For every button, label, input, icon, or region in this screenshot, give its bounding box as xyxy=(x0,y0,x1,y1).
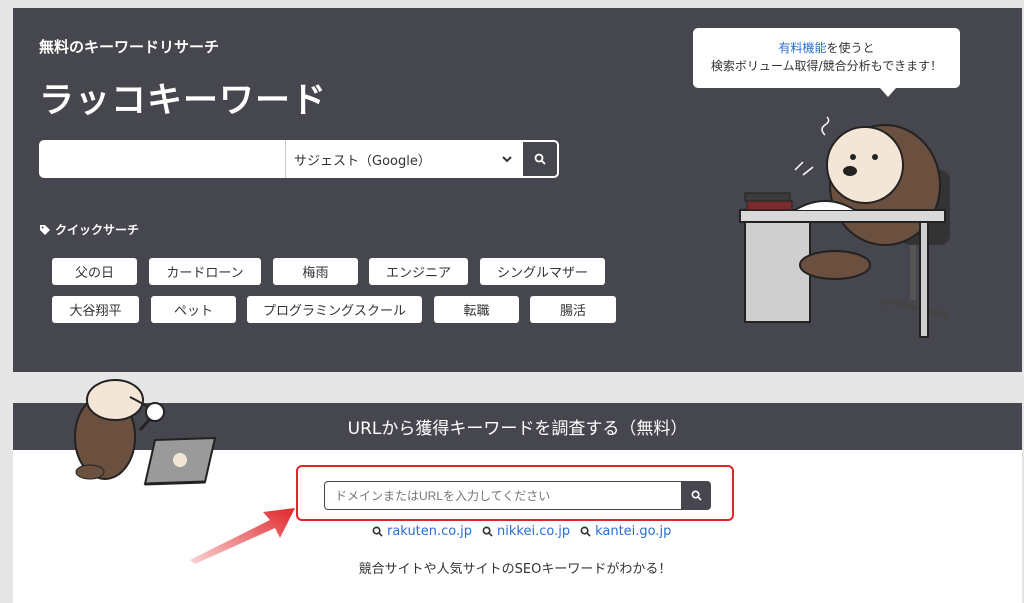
quick-search-item[interactable]: 梅雨 xyxy=(273,258,358,285)
chevron-down-icon xyxy=(502,156,512,163)
quick-search-label: クイックサーチ xyxy=(39,221,139,238)
red-arrow-icon xyxy=(190,508,295,564)
quick-search-item[interactable]: シングルマザー xyxy=(480,258,605,285)
search-icon xyxy=(580,526,591,537)
engine-select-value: サジェスト（Google） xyxy=(294,153,431,169)
quick-search-item[interactable]: カードローン xyxy=(149,258,261,285)
hero-title: ラッコキーワード xyxy=(39,81,328,121)
search-icon xyxy=(691,490,702,501)
quick-search-item[interactable]: 父の日 xyxy=(52,258,137,285)
search-icon xyxy=(482,526,493,537)
bubble-line2-text: 検索ボリューム取得/競合分析もできます！ xyxy=(710,59,943,73)
search-icon xyxy=(372,526,383,537)
example-link-text: nikkei.co.jp xyxy=(497,524,571,539)
example-link[interactable]: rakuten.co.jp xyxy=(372,524,472,539)
paid-feature-bubble: 有料機能を使うと 検索ボリューム取得/競合分析もできます！ xyxy=(693,28,960,88)
quick-search-item[interactable]: エンジニア xyxy=(369,258,468,285)
bubble-tail xyxy=(880,88,896,97)
otter-laptop-illustration xyxy=(74,379,217,486)
url-input[interactable] xyxy=(324,481,682,510)
url-research-note: 競合サイトや人気サイトのSEOキーワードがわかる！ xyxy=(358,562,672,577)
quick-search-item[interactable]: 腸活 xyxy=(530,296,616,323)
example-link[interactable]: nikkei.co.jp xyxy=(482,524,570,539)
tag-icon xyxy=(40,224,50,235)
url-search-button[interactable] xyxy=(681,481,711,510)
quick-search-item[interactable]: ペット xyxy=(151,296,236,323)
bubble-line1-text: を使うと xyxy=(826,41,875,55)
keyword-search-button[interactable] xyxy=(521,140,559,178)
paid-feature-link[interactable]: 有料機能 xyxy=(778,41,826,55)
quick-search-item[interactable]: 大谷翔平 xyxy=(52,296,139,323)
otter-desk-illustration xyxy=(739,116,950,338)
keyword-input[interactable] xyxy=(39,140,285,178)
hero-subtitle: 無料のキーワードリサーチ xyxy=(39,38,220,56)
example-link-text: rakuten.co.jp xyxy=(387,524,473,539)
quick-search-item[interactable]: プログラミングスクール xyxy=(247,296,422,323)
example-link[interactable]: kantei.go.jp xyxy=(580,524,671,539)
quick-search-item[interactable]: 転職 xyxy=(434,296,519,323)
quick-search-label-text: クイックサーチ xyxy=(55,223,140,237)
keyword-search-bar: サジェスト（Google） xyxy=(39,140,559,178)
example-link-text: kantei.go.jp xyxy=(595,524,672,539)
engine-select[interactable]: サジェスト（Google） xyxy=(285,140,521,178)
search-icon xyxy=(534,153,546,165)
example-domains: rakuten.co.jp nikkei.co.jp kantei.go.jp xyxy=(372,524,671,539)
